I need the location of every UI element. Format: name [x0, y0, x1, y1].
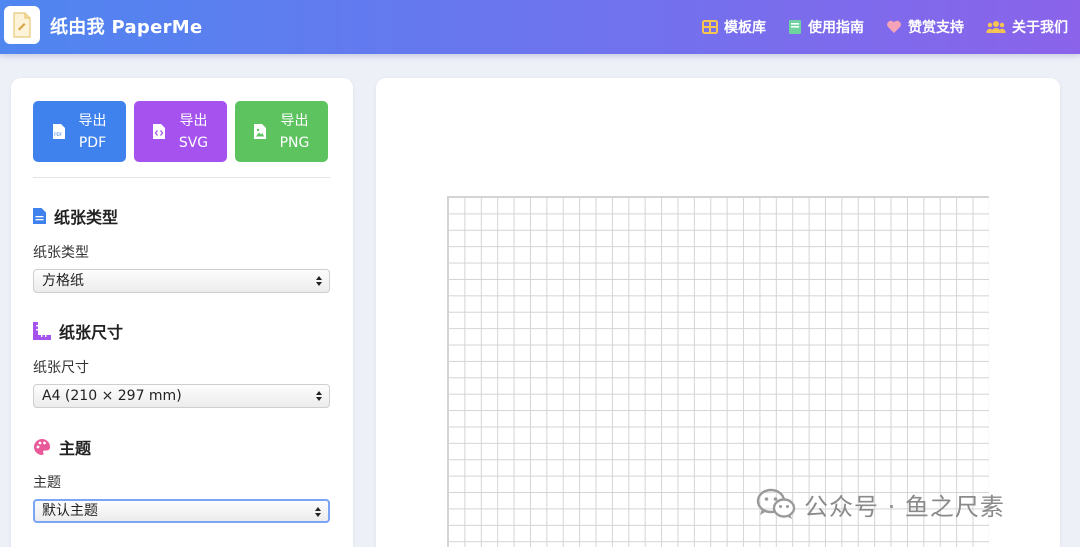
- paper-size-select[interactable]: A4 (210 × 297 mm): [33, 384, 330, 408]
- export-buttons: PDF 导出 PDF 导出 SVG 导出 PNG: [33, 101, 328, 162]
- theme-select[interactable]: 默认主题: [33, 499, 330, 523]
- theme-value: 默认主题: [42, 503, 98, 519]
- select-arrows-icon: [315, 507, 321, 517]
- app-header: 纸由我 PaperMe 模板库 使用指南 赞赏支持 关于我们: [0, 0, 1080, 54]
- settings-sidebar: PDF 导出 PDF 导出 SVG 导出 PNG 纸张类型 纸张类型 方格纸 纸…: [11, 78, 353, 547]
- nav-support[interactable]: 赞赏支持: [886, 17, 964, 37]
- nav-guide[interactable]: 使用指南: [788, 17, 864, 37]
- paper-size-title: 纸张尺寸: [59, 323, 124, 342]
- export-png-line1: 导出: [280, 112, 309, 129]
- heart-icon: [887, 20, 901, 33]
- nav-about-label: 关于我们: [1012, 20, 1068, 36]
- ruler-icon: [33, 322, 51, 340]
- export-png-button[interactable]: 导出 PNG: [235, 101, 328, 162]
- theme-label: 主题: [33, 475, 61, 491]
- export-svg-button[interactable]: 导出 SVG: [134, 101, 227, 162]
- paper-type-select[interactable]: 方格纸: [33, 269, 330, 293]
- svg-text:PDF: PDF: [54, 132, 62, 137]
- paper-size-label: 纸张尺寸: [33, 360, 89, 376]
- top-nav: 模板库 使用指南 赞赏支持 关于我们: [702, 0, 1068, 54]
- watermark: 公众号 · 鱼之尺素: [756, 486, 1005, 522]
- nav-support-label: 赞赏支持: [908, 20, 964, 36]
- export-svg-line1: 导出: [179, 112, 208, 129]
- paper-type-heading: 纸张类型: [33, 204, 118, 228]
- export-pdf-button[interactable]: PDF 导出 PDF: [33, 101, 126, 162]
- wechat-icon: [756, 488, 796, 519]
- export-png-line2: PNG: [279, 134, 310, 151]
- code-file-icon: [152, 124, 165, 139]
- file-icon: [33, 208, 46, 224]
- app-title: 纸由我 PaperMe: [50, 17, 203, 38]
- pdf-file-icon: PDF: [52, 124, 65, 139]
- users-icon: [986, 21, 1006, 33]
- document-icon: [13, 12, 31, 38]
- paper-type-value: 方格纸: [42, 273, 84, 289]
- book-icon: [789, 20, 801, 34]
- nav-templates[interactable]: 模板库: [702, 17, 766, 37]
- export-svg-line2: SVG: [178, 134, 209, 151]
- select-arrows-icon: [316, 276, 322, 286]
- paper-size-heading: 纸张尺寸: [33, 319, 123, 343]
- theme-title: 主题: [59, 439, 92, 458]
- paper-type-title: 纸张类型: [54, 208, 119, 227]
- theme-heading: 主题: [33, 435, 91, 459]
- image-file-icon: [253, 124, 266, 139]
- watermark-text: 公众号 · 鱼之尺素: [804, 492, 1005, 521]
- select-arrows-icon: [316, 391, 322, 401]
- divider: [33, 177, 330, 178]
- export-pdf-line2: PDF: [78, 134, 107, 151]
- grid-icon: [702, 20, 718, 34]
- logo[interactable]: [4, 6, 40, 44]
- paper-size-value: A4 (210 × 297 mm): [42, 388, 182, 404]
- palette-icon: [34, 438, 51, 455]
- export-pdf-line1: 导出: [78, 112, 107, 129]
- nav-templates-label: 模板库: [724, 20, 766, 36]
- paper-type-label: 纸张类型: [33, 245, 89, 261]
- nav-about[interactable]: 关于我们: [986, 17, 1068, 37]
- nav-guide-label: 使用指南: [808, 20, 864, 36]
